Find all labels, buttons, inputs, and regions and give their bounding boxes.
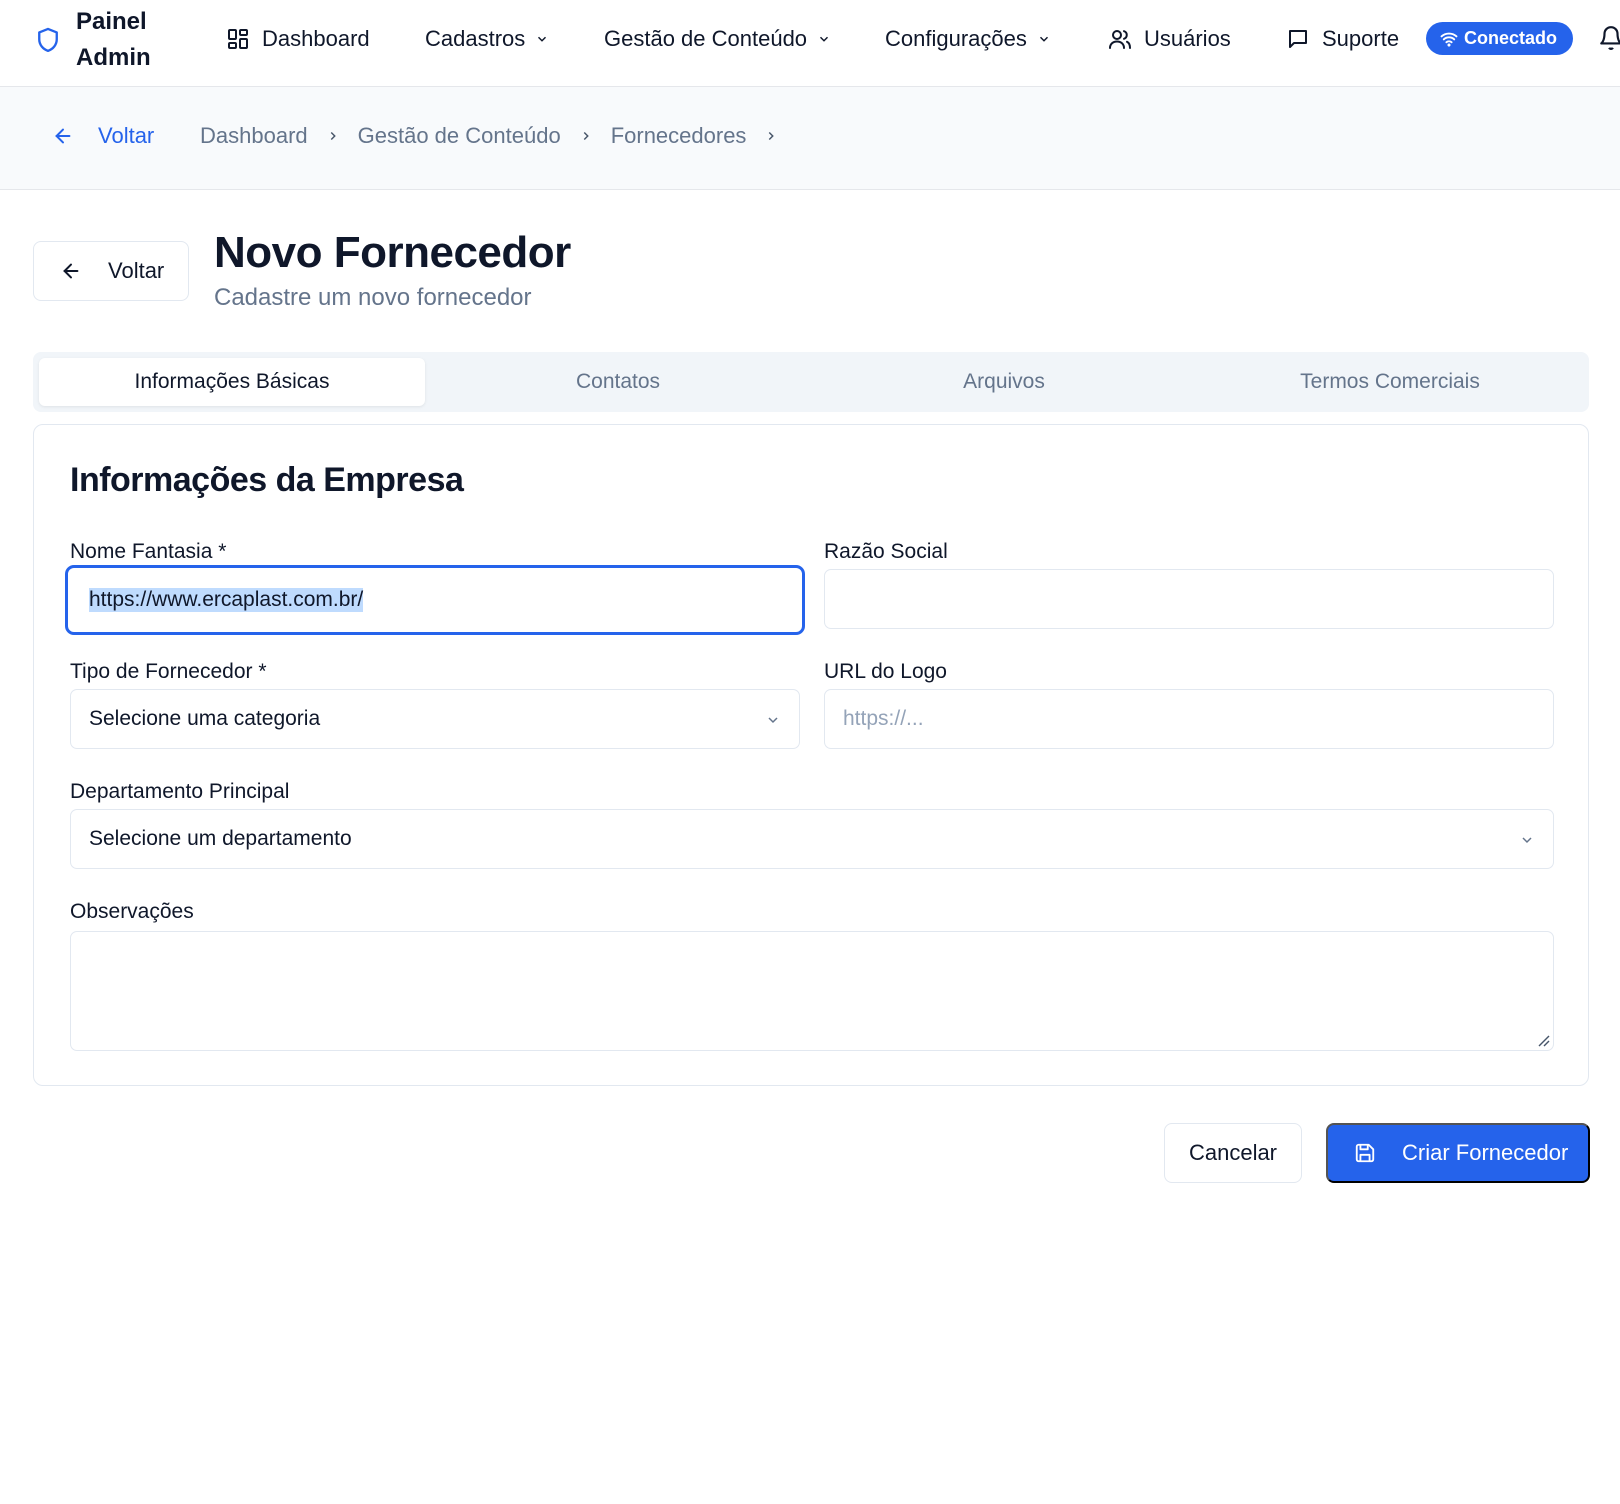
breadcrumb-item-fornecedores[interactable]: Fornecedores — [611, 123, 747, 149]
nav-usuarios-label: Usuários — [1144, 26, 1231, 51]
nav-dashboard-label: Dashboard — [262, 26, 370, 51]
back-button-label: Voltar — [108, 258, 165, 283]
chevron-right-icon — [583, 131, 589, 141]
brand[interactable]: Painel Admin — [34, 4, 151, 76]
message-icon — [1289, 30, 1307, 48]
nav-usuarios[interactable]: Usuários — [1108, 22, 1231, 56]
arrow-left-icon — [55, 128, 71, 144]
tab-list: Informações Básicas Contatos Arquivos Te… — [33, 352, 1589, 412]
nav-cadastros-label: Cadastros — [425, 26, 526, 51]
nome-fantasia-label: Nome Fantasia * — [70, 540, 227, 563]
tab-contatos[interactable]: Contatos — [425, 358, 811, 406]
nav-gestao-label: Gestão de Conteúdo — [604, 26, 808, 51]
connection-status-label: Conectado — [1464, 28, 1558, 48]
chevron-down-icon — [1039, 36, 1048, 42]
url-logo-placeholder: https://... — [843, 707, 924, 730]
breadcrumb-bar: Voltar Dashboard Gestão de Conteúdo Forn… — [0, 87, 1620, 190]
chevron-down-icon — [820, 36, 829, 42]
section-title: Informações da Empresa — [70, 461, 464, 499]
tab-informacoes-basicas[interactable]: Informações Básicas — [39, 358, 425, 406]
razao-social-input[interactable] — [824, 569, 1554, 629]
arrow-left-icon — [63, 263, 79, 279]
company-info-card: Informações da Empresa Nome Fantasia * h… — [33, 424, 1589, 1086]
tab-termos-comerciais[interactable]: Termos Comerciais — [1197, 358, 1583, 406]
departamento-label: Departamento Principal — [70, 780, 290, 803]
breadcrumb-back-link[interactable]: Voltar — [52, 123, 154, 149]
departamento-value: Selecione um departamento — [89, 827, 352, 850]
page-subtitle: Cadastre um novo fornecedor — [214, 284, 532, 311]
create-supplier-button[interactable]: Criar Fornecedor — [1326, 1123, 1590, 1183]
wifi-icon — [1440, 32, 1458, 47]
url-logo-label: URL do Logo — [824, 660, 947, 683]
nav-dashboard[interactable]: Dashboard — [226, 22, 370, 56]
shield-icon — [38, 27, 58, 53]
nome-fantasia-input[interactable]: https://www.ercaplast.com.br/ — [65, 565, 805, 635]
top-navbar: Painel Admin Dashboard Cadastros Gestão … — [0, 0, 1620, 87]
create-supplier-label: Criar Fornecedor — [1402, 1140, 1569, 1165]
save-icon — [1355, 1143, 1375, 1163]
nav-suporte[interactable]: Suporte — [1286, 22, 1399, 56]
chevron-down-icon — [538, 36, 547, 42]
nav-configuracoes[interactable]: Configurações — [885, 22, 1051, 56]
breadcrumb-item-dashboard[interactable]: Dashboard — [200, 123, 308, 149]
razao-social-label: Razão Social — [824, 540, 948, 563]
url-logo-input[interactable]: https://... — [824, 689, 1554, 749]
breadcrumb-item-gestao[interactable]: Gestão de Conteúdo — [358, 123, 561, 149]
nav-cadastros[interactable]: Cadastros — [425, 22, 549, 56]
tipo-fornecedor-value: Selecione uma categoria — [89, 707, 321, 730]
chevron-right-icon — [769, 131, 775, 141]
tab-arquivos[interactable]: Arquivos — [811, 358, 1197, 406]
nome-fantasia-value: https://www.ercaplast.com.br/ — [89, 588, 364, 612]
bell-icon[interactable] — [1598, 24, 1620, 52]
departamento-select[interactable]: Selecione um departamento — [70, 809, 1554, 869]
tipo-fornecedor-select[interactable]: Selecione uma categoria — [70, 689, 800, 749]
nav-gestao-conteudo[interactable]: Gestão de Conteúdo — [604, 22, 831, 56]
brand-name: Painel Admin — [76, 8, 151, 71]
breadcrumb: Dashboard Gestão de Conteúdo Fornecedore… — [200, 123, 796, 149]
page-title: Novo Fornecedor — [214, 228, 571, 277]
connection-status-badge: Conectado — [1426, 22, 1574, 55]
resize-handle-icon[interactable] — [1535, 1032, 1551, 1048]
observacoes-textarea[interactable] — [70, 931, 1554, 1051]
users-icon — [1109, 30, 1131, 49]
cancel-button[interactable]: Cancelar — [1164, 1123, 1302, 1183]
back-button[interactable]: Voltar — [33, 241, 189, 301]
chevron-down-icon — [1522, 837, 1532, 844]
observacoes-label: Observações — [70, 900, 194, 923]
nav-config-label: Configurações — [885, 26, 1027, 51]
tipo-fornecedor-label: Tipo de Fornecedor * — [70, 660, 267, 683]
breadcrumb-back-label: Voltar — [98, 123, 155, 148]
chevron-down-icon — [768, 717, 778, 724]
chevron-right-icon — [330, 131, 336, 141]
nav-suporte-label: Suporte — [1322, 26, 1400, 51]
grid-icon — [228, 29, 248, 49]
